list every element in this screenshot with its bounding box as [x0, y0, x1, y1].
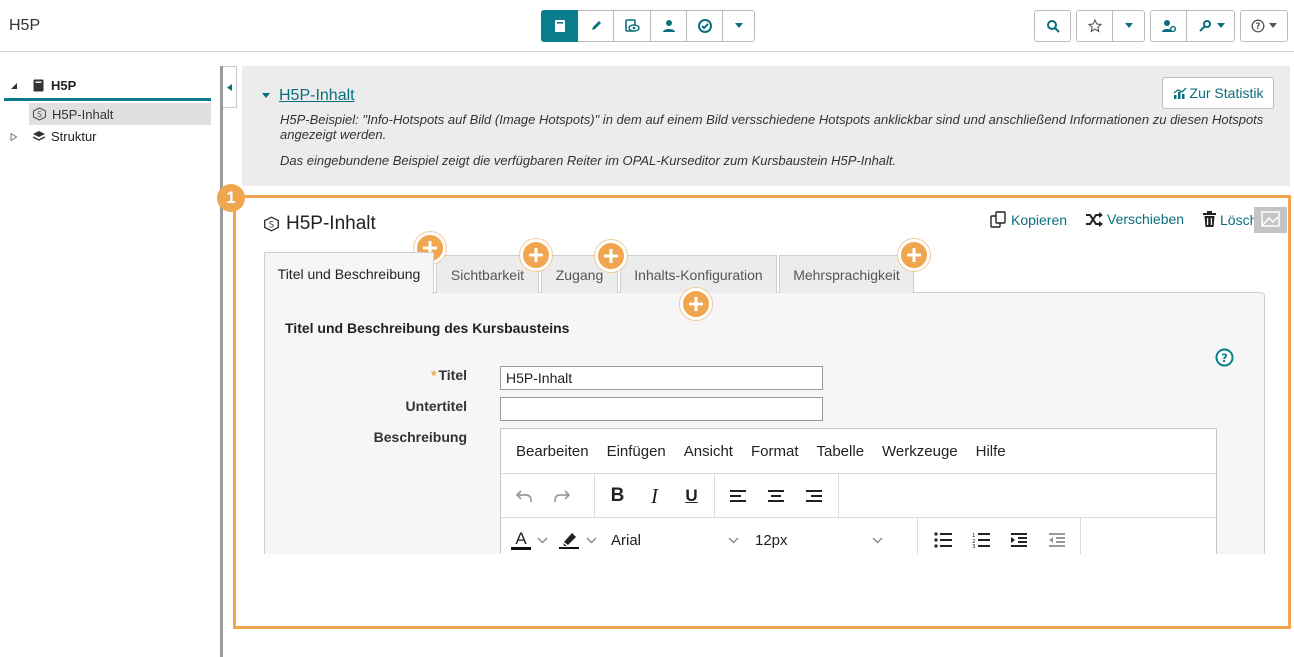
search-button[interactable]	[1034, 10, 1071, 42]
book-icon	[554, 20, 565, 32]
plus-icon	[689, 297, 703, 311]
pencil-icon	[591, 21, 601, 30]
tree-item-label: H5P-Inhalt	[52, 106, 114, 122]
user-icon	[662, 20, 675, 32]
star-icon	[1087, 19, 1102, 33]
tree-root[interactable]: H5P	[10, 78, 76, 93]
assessment-button[interactable]	[687, 10, 723, 42]
tab-titel-beschreibung[interactable]: Titel und Beschreibung	[264, 252, 434, 294]
top-bar: H5P ?	[0, 0, 1294, 52]
help-group: ?	[1240, 10, 1288, 42]
svg-text:?: ?	[1256, 22, 1261, 32]
favorites-group	[1076, 10, 1145, 42]
info-description: H5P-Beispiel: "Info-Hotspots auf Bild (I…	[280, 112, 1264, 142]
collapse-triangle-icon[interactable]	[10, 82, 18, 90]
plus-icon	[907, 248, 921, 262]
course-view-button[interactable]	[541, 10, 578, 42]
info-title[interactable]: H5P-Inhalt	[262, 87, 355, 105]
favorites-dropdown[interactable]	[1113, 10, 1145, 42]
plus-icon	[604, 249, 618, 263]
tree-item-h5p-inhalt[interactable]: S H5P-Inhalt	[29, 103, 211, 125]
tab-callout-plus[interactable]	[595, 240, 627, 272]
tree-selection-bar	[4, 98, 211, 101]
key-settings-icon	[1198, 20, 1211, 32]
members-button[interactable]	[651, 10, 687, 42]
course-tree: H5P S H5P-Inhalt Struktur	[0, 52, 220, 657]
statistics-button-label: Zur Statistik	[1189, 85, 1264, 101]
info-title-text: H5P-Inhalt	[279, 87, 355, 104]
tab-callout-plus[interactable]	[680, 288, 712, 320]
tools-dropdown[interactable]	[1187, 10, 1235, 42]
question-circle-icon: ?	[1251, 19, 1265, 33]
statistics-button[interactable]: Zur Statistik	[1162, 77, 1274, 109]
user-tools-group	[1150, 10, 1235, 42]
tree-item-struktur[interactable]: Struktur	[10, 129, 97, 144]
plus-icon	[529, 248, 543, 262]
caret-down-icon	[1124, 23, 1133, 28]
tree-item-label: Struktur	[51, 129, 97, 144]
caret-down-icon	[1269, 23, 1277, 28]
book-icon	[33, 79, 44, 92]
course-user-button[interactable]	[1150, 10, 1187, 42]
tab-callout-plus[interactable]	[898, 239, 930, 271]
preview-icon	[625, 19, 640, 32]
search-icon	[1046, 20, 1060, 33]
tab-callout-plus[interactable]	[520, 239, 552, 271]
app-title: H5P	[9, 17, 41, 34]
svg-text:S: S	[37, 110, 42, 119]
callout-badge: 1	[217, 184, 245, 212]
caret-down-icon	[262, 93, 270, 98]
check-circle-icon	[697, 19, 712, 33]
caret-left-icon	[227, 83, 232, 91]
layers-icon	[32, 131, 46, 141]
collapse-tree-button[interactable]	[223, 66, 237, 108]
edit-button[interactable]	[578, 10, 614, 42]
help-dropdown[interactable]: ?	[1240, 10, 1288, 42]
preview-button[interactable]	[614, 10, 651, 42]
info-box: H5P-Inhalt H5P-Beispiel: "Info-Hotspots …	[242, 66, 1290, 186]
caret-down-icon	[734, 23, 743, 28]
expand-triangle-icon[interactable]	[10, 132, 18, 141]
tree-splitter[interactable]	[220, 66, 223, 657]
caret-down-icon	[1216, 23, 1225, 28]
more-modes-button[interactable]	[723, 10, 755, 42]
search-group	[1034, 10, 1071, 42]
user-settings-icon	[1161, 20, 1176, 33]
chart-icon	[1173, 87, 1187, 99]
h5p-node-icon: S	[32, 107, 47, 121]
favorite-button[interactable]	[1076, 10, 1113, 42]
mode-toolbar	[541, 10, 755, 42]
info-note: Das eingebundene Beispiel zeigt die verf…	[280, 153, 897, 168]
tree-root-label: H5P	[51, 78, 77, 93]
